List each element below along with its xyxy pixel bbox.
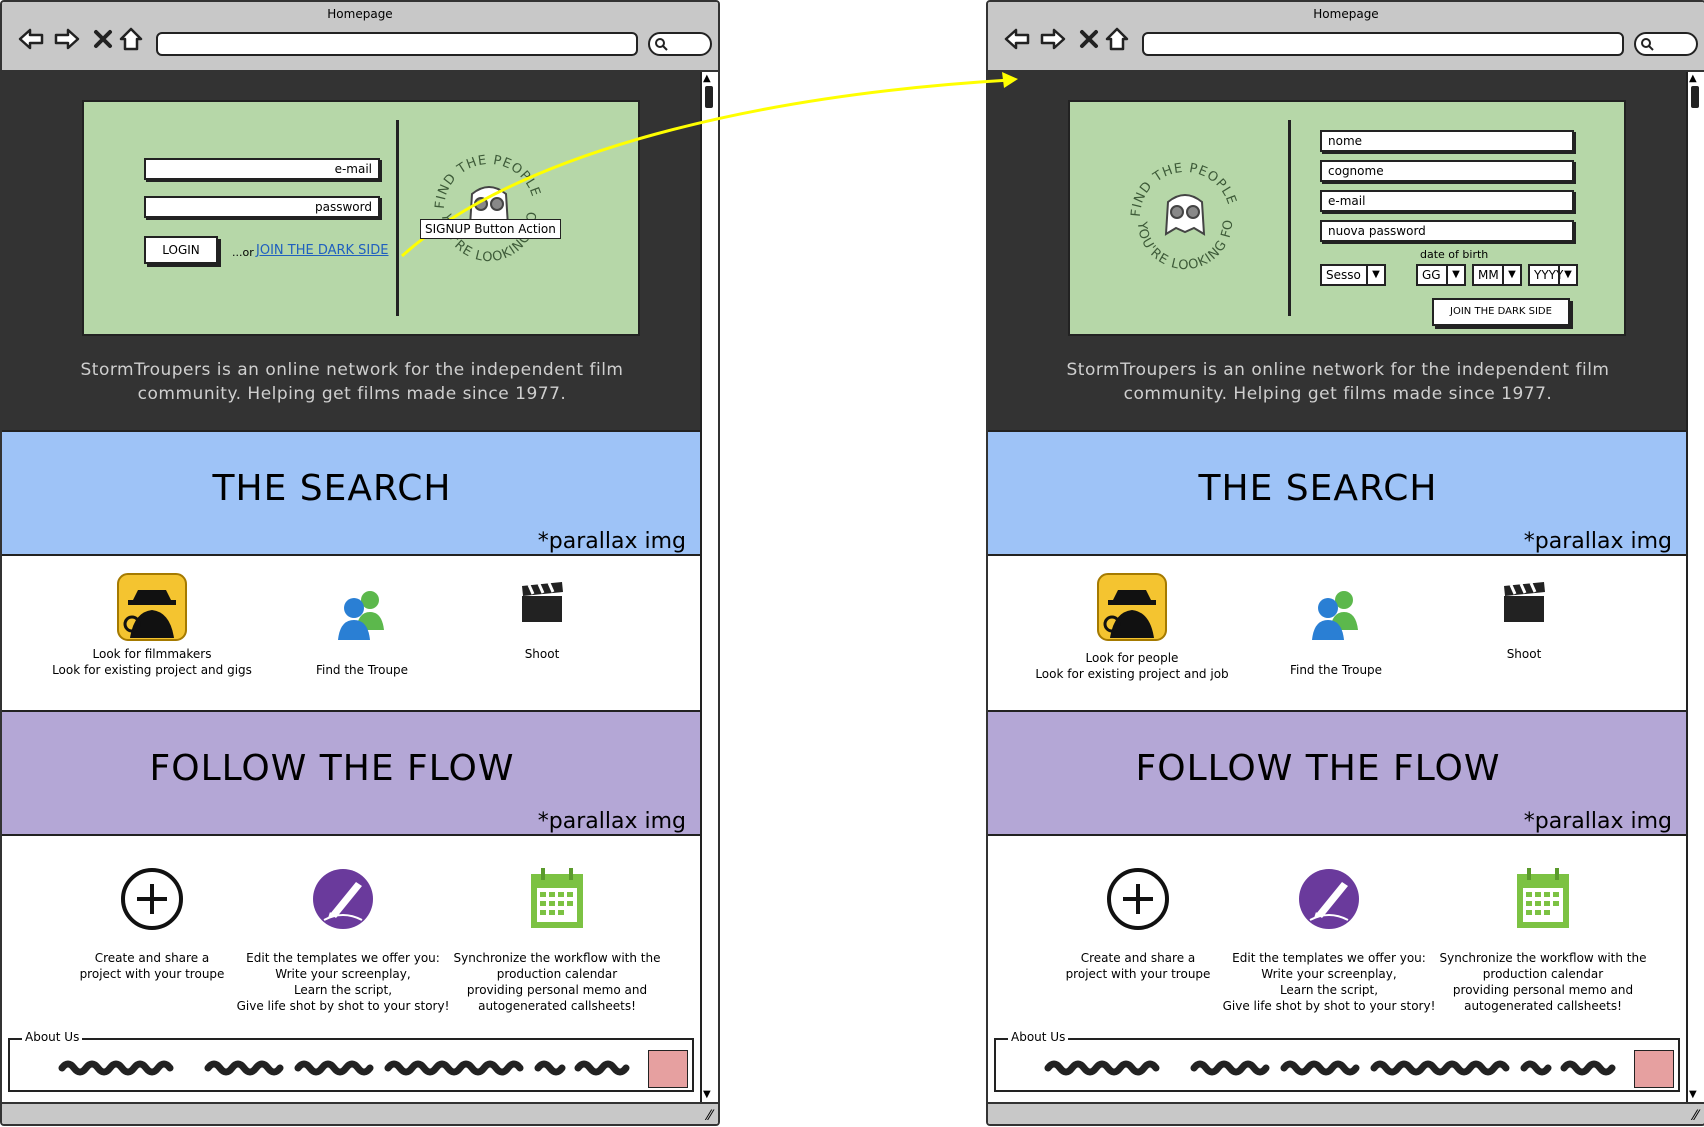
signup-action-tooltip: SIGNUP Button Action [420, 219, 561, 239]
flow-arrow-head [1002, 72, 1018, 88]
flow-connector [400, 72, 1018, 258]
